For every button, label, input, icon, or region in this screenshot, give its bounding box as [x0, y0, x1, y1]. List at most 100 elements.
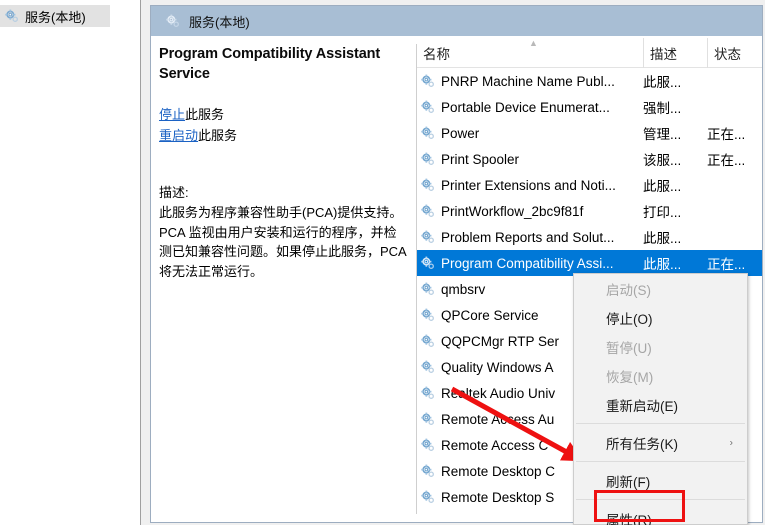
context-menu-item: 启动(S): [574, 274, 747, 303]
service-name-label: Portable Device Enumerat...: [441, 99, 610, 115]
context-menu-item[interactable]: 刷新(F): [574, 466, 747, 495]
service-name-cell: PrintWorkflow_2bc9f81f: [417, 198, 583, 224]
context-menu-separator: [576, 461, 745, 462]
service-name-label: Quality Windows A: [441, 359, 554, 375]
service-name-cell: qmbsrv: [417, 276, 485, 302]
context-menu-item-label: 属性(R): [606, 512, 652, 525]
service-description-cell: 此服...: [643, 75, 682, 90]
service-status-cell: [707, 198, 762, 224]
service-name-cell: QPCore Service: [417, 302, 539, 328]
gear-icon: [420, 489, 436, 505]
service-status-cell: [707, 94, 762, 120]
gear-icon: [420, 463, 436, 479]
service-name-label: Remote Access C: [441, 437, 549, 453]
restart-service-suffix: 此服务: [198, 128, 238, 143]
service-name-cell: Remote Access Au: [417, 406, 554, 432]
table-row[interactable]: PNRP Machine Name Publ... 此服...: [417, 68, 762, 94]
service-info-column: Program Compatibility Assistant Service …: [159, 44, 417, 514]
service-name-cell: Remote Desktop C: [417, 458, 555, 484]
service-name-label: Printer Extensions and Noti...: [441, 177, 616, 193]
service-name-label: Remote Access Au: [441, 411, 555, 427]
service-name-cell: Remote Desktop S: [417, 484, 554, 510]
service-name-cell: PNRP Machine Name Publ...: [417, 68, 615, 94]
context-menu-item-label: 所有任务(K): [606, 436, 678, 452]
console-tree-panel: 服务(本地): [0, 0, 141, 525]
stop-service-suffix: 此服务: [185, 107, 225, 122]
service-name-label: QPCore Service: [441, 307, 539, 323]
gear-icon: [4, 8, 20, 24]
table-row[interactable]: Power 管理... 正在...: [417, 120, 762, 146]
service-status-cell: [707, 172, 762, 198]
context-menu-item: 恢复(M): [574, 361, 747, 390]
service-name-cell: Problem Reports and Solut...: [417, 224, 614, 250]
service-name-label: Remote Desktop C: [441, 463, 556, 479]
restart-service-line: 重启动此服务: [159, 125, 408, 146]
sort-ascending-icon: ▲: [529, 38, 538, 48]
context-menu-item[interactable]: 属性(R): [574, 504, 747, 525]
service-description-cell: 打印...: [643, 205, 682, 220]
service-name-cell: Quality Windows A: [417, 354, 554, 380]
restart-service-link[interactable]: 重启动: [159, 128, 198, 143]
gear-icon: [420, 99, 436, 115]
tree-item-label: 服务(本地): [25, 9, 86, 25]
services-list-header: 名称 ▲ 描述 状态: [417, 38, 762, 68]
gear-icon: [420, 385, 436, 401]
service-name-label: PNRP Machine Name Publ...: [441, 73, 615, 89]
column-header-description[interactable]: 描述: [643, 38, 707, 68]
service-name-cell: Printer Extensions and Noti...: [417, 172, 616, 198]
table-row[interactable]: Problem Reports and Solut... 此服...: [417, 224, 762, 250]
context-menu-item-label: 刷新(F): [606, 474, 651, 490]
context-menu-item[interactable]: 重新启动(E): [574, 390, 747, 419]
gear-icon: [420, 177, 436, 193]
gear-icon: [420, 151, 436, 167]
service-description-cell: 此服...: [643, 179, 682, 194]
service-name-label: Problem Reports and Solut...: [441, 229, 615, 245]
context-menu-item: 暂停(U): [574, 332, 747, 361]
service-name-label: QQPCMgr RTP Ser: [441, 333, 560, 349]
table-row[interactable]: PrintWorkflow_2bc9f81f 打印...: [417, 198, 762, 224]
gear-icon: [420, 359, 436, 375]
context-menu-item[interactable]: 停止(O): [574, 303, 747, 332]
gear-icon: [420, 255, 436, 271]
table-row[interactable]: Printer Extensions and Noti... 此服...: [417, 172, 762, 198]
service-name-label: PrintWorkflow_2bc9f81f: [441, 203, 584, 219]
service-name-cell: Print Spooler: [417, 146, 519, 172]
service-description-cell: 该服...: [643, 153, 682, 168]
gear-icon: [420, 411, 436, 427]
context-menu[interactable]: 启动(S) 停止(O) 暂停(U) 恢复(M) 重新启动(E) 所有任务(K) › 刷新(F)…: [573, 273, 748, 525]
description-text: 此服务为程序兼容性助手(PCA)提供支持。PCA 监视由用户安装和运行的程序，并…: [159, 205, 407, 279]
context-menu-separator: [576, 499, 745, 500]
gear-icon: [420, 203, 436, 219]
stop-service-link[interactable]: 停止: [159, 107, 185, 122]
tree-item-services-local[interactable]: 服务(本地): [0, 5, 110, 27]
context-menu-item-label: 重新启动(E): [606, 398, 678, 414]
service-status-cell: 正在...: [707, 153, 746, 168]
service-name-cell: Power: [417, 120, 479, 146]
panel-header: 服务(本地): [151, 6, 762, 36]
context-menu-item-label: 恢复(M): [606, 369, 654, 385]
column-header-status[interactable]: 状态: [707, 38, 762, 68]
service-status-cell: [707, 68, 762, 94]
service-name-cell: QQPCMgr RTP Ser: [417, 328, 559, 354]
gear-icon: [420, 229, 436, 245]
context-menu-item-label: 停止(O): [606, 311, 653, 327]
services-manager-window: 服务(本地) 服务(本地) Program Compatibility Assi…: [0, 0, 765, 525]
service-action-links: 停止此服务 重启动此服务: [159, 104, 408, 146]
gear-icon: [420, 73, 436, 89]
table-row[interactable]: Print Spooler 该服... 正在...: [417, 146, 762, 172]
service-name-label: Print Spooler: [441, 151, 520, 167]
table-row[interactable]: Portable Device Enumerat... 强制...: [417, 94, 762, 120]
service-title: Program Compatibility Assistant Service: [159, 46, 381, 82]
column-header-name[interactable]: 名称 ▲: [417, 38, 643, 68]
gear-icon: [420, 307, 436, 323]
description-label: 描述:: [159, 185, 189, 200]
service-name-cell: Portable Device Enumerat...: [417, 94, 610, 120]
service-description-cell: 管理...: [643, 127, 682, 142]
context-menu-item-label: 启动(S): [606, 282, 651, 298]
column-header-description-label: 描述: [650, 47, 677, 62]
service-name-label: Program Compatibility Assi...: [441, 255, 614, 271]
service-description-cell: 强制...: [643, 101, 682, 116]
service-name-cell: Remote Access C: [417, 432, 548, 458]
context-menu-item-label: 暂停(U): [606, 340, 652, 356]
context-menu-item[interactable]: 所有任务(K) ›: [574, 428, 747, 457]
